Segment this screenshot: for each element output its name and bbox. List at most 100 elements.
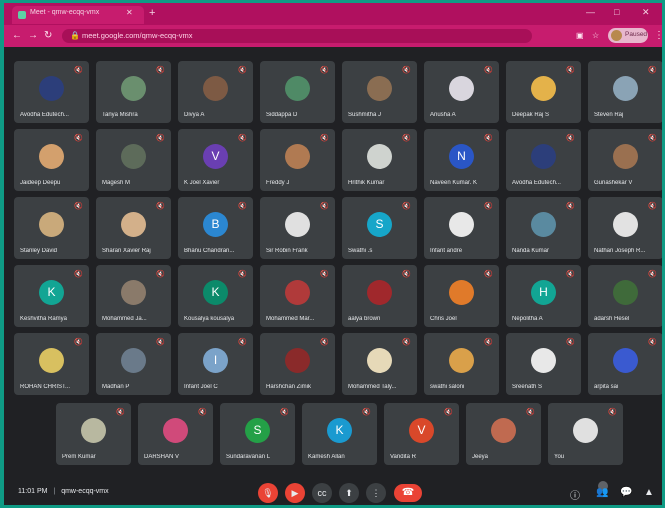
participant-photo-avatar	[285, 144, 310, 169]
participant-tile[interactable]: 🔇 Anusha A	[424, 61, 499, 123]
mic-muted-icon: 🔇	[444, 409, 453, 416]
bookmark-star-icon[interactable]: ☆	[592, 31, 599, 40]
camera-indicator-icon[interactable]: ▣	[576, 31, 584, 40]
participant-tile[interactable]: 🔇 Sir Robin Frank	[260, 197, 335, 259]
more-options-button[interactable]: ⋮	[366, 483, 386, 503]
mic-muted-icon: 🔇	[648, 339, 657, 346]
participant-tile[interactable]: 🔇 Jeeya	[466, 403, 541, 465]
participant-tile[interactable]: 🔇 Mohammed Taly...	[342, 333, 417, 395]
end-call-button[interactable]: ☎	[394, 484, 422, 502]
mic-muted-icon: 🔇	[198, 409, 207, 416]
participant-tile[interactable]: 🔇 Deepak Raj S	[506, 61, 581, 123]
participant-tile[interactable]: 🔇 Hrithik Kumar	[342, 129, 417, 191]
participant-tile[interactable]: 🔇 B Bhanu Chandran...	[178, 197, 253, 259]
participant-initial-avatar: K	[39, 280, 64, 305]
participant-name: Kousalya kousalya	[184, 316, 235, 322]
meeting-separator: |	[53, 488, 56, 495]
participant-tile[interactable]: 🔇 Divya A	[178, 61, 253, 123]
participant-tile[interactable]: 🔇 S Sundaravanan L	[220, 403, 295, 465]
participant-initial-avatar: I	[203, 348, 228, 373]
camera-toggle-button[interactable]: ▶	[285, 483, 305, 503]
browser-menu-icon[interactable]: ⋮	[654, 30, 662, 41]
participant-tile[interactable]: 🔇 K Keshvitha Ramya	[14, 265, 89, 327]
participant-tile[interactable]: 🔇 ROHAN CHRIST...	[14, 333, 89, 395]
meeting-control-bar: 11:01 PM | qmw-ecqq-vmx 🎙 ▶ cc ⬆ ⋮ ☎ ⓘ 👥…	[4, 481, 662, 505]
profile-paused-button[interactable]: Paused	[608, 28, 648, 43]
back-icon[interactable]: ←	[12, 30, 22, 42]
mic-muted-icon: 🔇	[648, 135, 657, 142]
participant-tile[interactable]: 🔇 H Nepolitha A	[506, 265, 581, 327]
participant-tile[interactable]: 🔇 I Infant Joel C	[178, 333, 253, 395]
participant-name: Harshchan Zimik	[266, 384, 312, 390]
participant-tile[interactable]: 🔇 Chris Joel	[424, 265, 499, 327]
participant-tile[interactable]: 🔇 aalya brown	[342, 265, 417, 327]
participant-tile[interactable]: 🔇 arpita sai	[588, 333, 662, 395]
participant-tile[interactable]: 🔇 V Vandita R	[384, 403, 459, 465]
participant-tile[interactable]: 🔇 Mohammed Ja...	[96, 265, 171, 327]
participant-tile[interactable]: 🔇 S Swathi .s	[342, 197, 417, 259]
participant-name: Nathan Joseph R...	[594, 248, 646, 254]
participant-tile[interactable]: 🔇 Prem Kumar	[56, 403, 131, 465]
participant-tile[interactable]: 🔇 Infant andre	[424, 197, 499, 259]
mic-muted-icon: 🔇	[156, 271, 165, 278]
participant-photo-avatar	[285, 212, 310, 237]
participant-tile[interactable]: 🔇 Sharan Xavier Raj	[96, 197, 171, 259]
present-button[interactable]: ⬆	[339, 483, 359, 503]
mic-muted-icon: 🔇	[238, 271, 247, 278]
participant-tile[interactable]: 🔇 Steven Raj	[588, 61, 662, 123]
participant-tile[interactable]: 🔇 Mohammed Mar...	[260, 265, 335, 327]
participant-tile[interactable]: 🔇 You	[548, 403, 623, 465]
participant-tile[interactable]: 🔇 Sreenath S	[506, 333, 581, 395]
forward-icon[interactable]: →	[28, 30, 38, 42]
mic-muted-icon: 🔇	[156, 135, 165, 142]
activities-icon[interactable]: ▲	[644, 487, 654, 498]
participant-tile[interactable]: 🔇 Gunashekar V	[588, 129, 662, 191]
participant-tile[interactable]: 🔇 Sushmitha J	[342, 61, 417, 123]
mic-muted-icon: 🔇	[238, 203, 247, 210]
participant-name: Bhanu Chandran...	[184, 248, 235, 254]
close-window-icon[interactable]: ✕	[642, 7, 650, 18]
participant-tile[interactable]: 🔇 Freddy J	[260, 129, 335, 191]
more-vert-icon: ⋮	[371, 488, 381, 498]
participant-tile[interactable]: 🔇 Magesh M	[96, 129, 171, 191]
participant-initial-avatar: V	[203, 144, 228, 169]
mic-toggle-button[interactable]: 🎙	[258, 483, 278, 503]
chat-icon[interactable]: 💬	[620, 487, 632, 498]
participant-tile[interactable]: 🔇 N Naveen Kumar. K	[424, 129, 499, 191]
participant-tile[interactable]: 🔇 K Kamesh Allan	[302, 403, 377, 465]
mic-muted-icon: 🔇	[320, 135, 329, 142]
participant-tile[interactable]: 🔇 swathi saloni	[424, 333, 499, 395]
participant-name: Madhan P	[102, 384, 130, 390]
participant-tile[interactable]: 🔇 DARSHAN V	[138, 403, 213, 465]
minimize-icon[interactable]: —	[586, 7, 595, 17]
captions-button[interactable]: cc	[312, 483, 332, 503]
participant-tile[interactable]: 🔇 Nathan Joseph R...	[588, 197, 662, 259]
browser-tab[interactable]: Meet - qmw-ecqq-vmx ✕	[12, 6, 144, 24]
mic-muted-icon: 🔇	[402, 339, 411, 346]
participant-tile[interactable]: 🔇 Jaideep Deepu	[14, 129, 89, 191]
mic-muted-icon: 🔇	[156, 67, 165, 74]
lock-icon: 🔒	[70, 31, 80, 40]
info-icon[interactable]: ⓘ	[570, 487, 580, 502]
close-tab-icon[interactable]: ✕	[126, 8, 133, 17]
participant-tile[interactable]: 🔇 K Kousalya kousalya	[178, 265, 253, 327]
mic-muted-icon: 🔇	[566, 67, 575, 74]
participant-tile[interactable]: 🔇 V K Joel Xavier	[178, 129, 253, 191]
participant-tile[interactable]: 🔇 Tanya Mishra	[96, 61, 171, 123]
participant-tile[interactable]: 🔇 Stanley David	[14, 197, 89, 259]
participant-photo-avatar	[367, 348, 392, 373]
participant-tile[interactable]: 🔇 Avodha Edutech...	[506, 129, 581, 191]
participant-tile[interactable]: 🔇 Avodha Edutech...	[14, 61, 89, 123]
maximize-icon[interactable]: □	[614, 7, 619, 17]
participant-tile[interactable]: 🔇 Harshchan Zimik	[260, 333, 335, 395]
participant-photo-avatar	[121, 76, 146, 101]
reload-icon[interactable]: ↻	[44, 30, 52, 42]
new-tab-icon[interactable]: +	[149, 7, 155, 19]
participant-tile[interactable]: 🔇 Siddappa D	[260, 61, 335, 123]
participant-tile[interactable]: 🔇 adarsh Hesel	[588, 265, 662, 327]
participant-tile[interactable]: 🔇 Nanda Kumar	[506, 197, 581, 259]
participant-tile[interactable]: 🔇 Madhan P	[96, 333, 171, 395]
people-icon[interactable]: 👥	[596, 487, 608, 498]
participant-name: Naveen Kumar. K	[430, 180, 478, 186]
address-bar[interactable]: 🔒 meet.google.com/qmw-ecqq-vmx	[62, 29, 532, 43]
